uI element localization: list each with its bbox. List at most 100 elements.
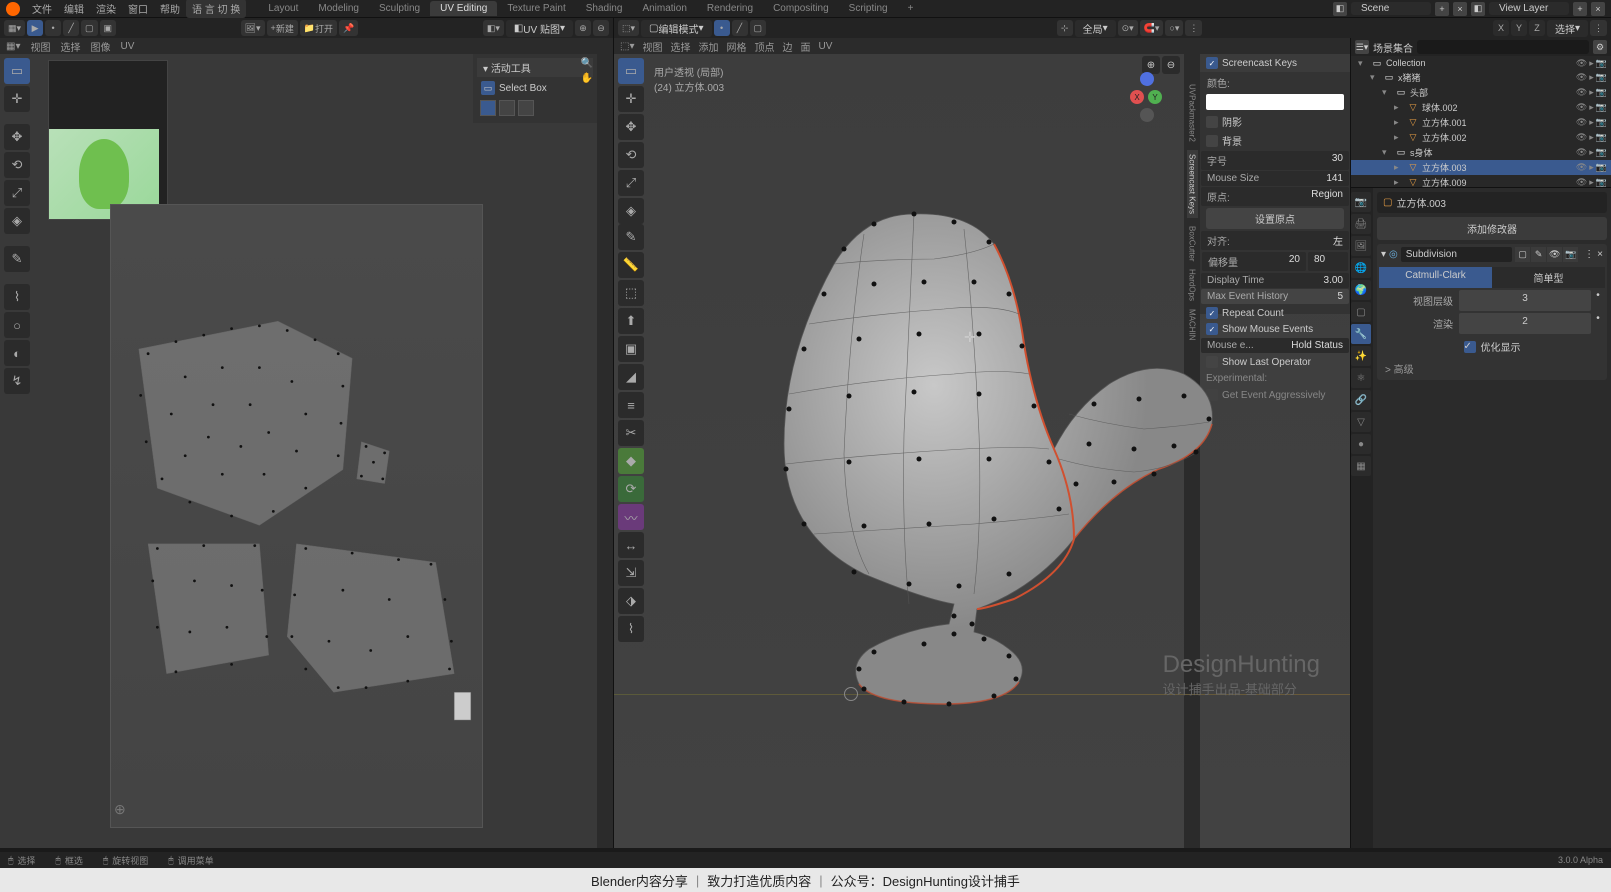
vis-render-icon[interactable]: 📷 (1596, 117, 1607, 128)
tree-expand-icon[interactable]: ▾ (1358, 58, 1368, 69)
add-modifier-button[interactable]: 添加修改器 (1377, 217, 1607, 240)
vis-eye-icon[interactable]: 👁 (1576, 117, 1587, 128)
menu-window[interactable]: 窗口 (122, 1, 154, 16)
ws-tab-scripting[interactable]: Scripting (839, 1, 898, 16)
uv-open-button[interactable]: 📁 打开 (300, 20, 337, 36)
lang-switch-button[interactable]: 语 言 切 换 (186, 0, 246, 18)
gizmo-negz-icon[interactable] (1140, 108, 1154, 122)
ws-tab-sculpting[interactable]: Sculpting (369, 1, 430, 16)
vis-render-icon[interactable]: 📷 (1596, 177, 1607, 188)
vp-menu-uv[interactable]: UV (818, 41, 832, 52)
vp-tool-select-icon[interactable]: ▭ (618, 58, 644, 84)
uv-editor-type-icon[interactable]: ▦▾ (4, 20, 25, 36)
uv-selmode-edge-icon[interactable]: ╱ (63, 20, 79, 36)
vp-editor-type-icon[interactable]: ⬚▾ (618, 20, 639, 36)
vp-tool-cursor-icon[interactable]: ✛ (618, 86, 644, 112)
mod-levels-viewport-field[interactable]: 视图层级 3 • (1379, 290, 1605, 311)
uv-tool-rotate-icon[interactable]: ⟲ (4, 152, 30, 178)
outliner-row[interactable]: ▸▽立方体.002👁▸📷 (1351, 130, 1611, 145)
layer-del-icon[interactable]: × (1591, 2, 1605, 16)
vp-tool-knife-icon[interactable]: ✂ (618, 420, 644, 446)
mod-render-icon[interactable]: 📷 (1563, 247, 1578, 262)
vp-tool-polybuild-icon[interactable]: ◆ (618, 448, 644, 474)
ws-tab-rendering[interactable]: Rendering (697, 1, 763, 16)
outliner-row[interactable]: ▾▭x猪猪👁▸📷 (1351, 70, 1611, 85)
vp-pivot-icon[interactable]: ⊙▾ (1118, 20, 1138, 36)
outliner-row[interactable]: ▾▭头部👁▸📷 (1351, 85, 1611, 100)
uv-editor-icon[interactable]: ▦▾ (6, 41, 20, 52)
vp-menu-add[interactable]: 添加 (698, 39, 718, 54)
mod-type-simple[interactable]: 简单型 (1492, 267, 1605, 288)
vp-tool-addcube-icon[interactable]: ⬚ (618, 280, 644, 306)
ws-tab-compositing[interactable]: Compositing (763, 1, 839, 16)
vp-tool-edgeslide-icon[interactable]: ↔ (618, 532, 644, 558)
scene-new-icon[interactable]: + (1435, 2, 1449, 16)
uv-overlay1-icon[interactable]: ⊕ (575, 20, 591, 36)
menu-render[interactable]: 渲染 (90, 1, 122, 16)
vis-eye-icon[interactable]: 👁 (1576, 147, 1587, 158)
uv-tool-transform-icon[interactable]: ◈ (4, 208, 30, 234)
vis-eye-icon[interactable]: 👁 (1576, 177, 1587, 188)
outliner-type-icon[interactable]: ☰▾ (1355, 40, 1369, 54)
uv-menu-select[interactable]: 选择 (60, 39, 80, 54)
vp-menu-edge[interactable]: 边 (782, 39, 792, 54)
ws-tab-shading[interactable]: Shading (576, 1, 633, 16)
uv-tool-relax-icon[interactable]: ◐ (4, 340, 30, 366)
outliner-filter-icon[interactable]: ⚙ (1593, 40, 1607, 54)
vis-eye-icon[interactable]: 👁 (1576, 87, 1587, 98)
uv-tool-grab-icon[interactable]: ○ (4, 312, 30, 338)
vis-render-icon[interactable]: 📷 (1596, 162, 1607, 173)
mod-levels-render-field[interactable]: 渲染 2 • (1379, 313, 1605, 334)
modifier-name-field[interactable]: Subdivision (1401, 247, 1512, 262)
outliner-tree[interactable]: ▾▭Collection👁▸📷▾▭x猪猪👁▸📷▾▭头部👁▸📷▸▽球体.002👁▸… (1351, 56, 1611, 188)
vis-eye-icon[interactable]: 👁 (1576, 162, 1587, 173)
uv-tool-scale-icon[interactable]: ⤢ (4, 180, 30, 206)
uv-tool-pinch-icon[interactable]: ↯ (4, 368, 30, 394)
tree-expand-icon[interactable]: ▸ (1394, 102, 1404, 113)
uv-selmode-island-icon[interactable]: ▣ (100, 20, 117, 36)
uv-selmode-vert-icon[interactable]: • (45, 20, 61, 36)
mod-oncage-icon[interactable]: ▢ (1515, 247, 1530, 262)
vis-render-icon[interactable]: 📷 (1596, 87, 1607, 98)
modifier-expand-icon[interactable]: ▾ (1381, 249, 1386, 260)
vp-tool-transform-icon[interactable]: ◈ (618, 198, 644, 224)
vp-tool-smooth-icon[interactable]: 〰 (618, 504, 644, 530)
vp-selmode-face-icon[interactable]: ▢ (750, 20, 767, 36)
screencast-color-swatch[interactable] (1206, 94, 1344, 110)
vp-tool-loopcut-icon[interactable]: ≡ (618, 392, 644, 418)
screencast-origin-field[interactable]: 原点:Region (1201, 187, 1349, 206)
vis-select-icon[interactable]: ▸ (1589, 177, 1594, 188)
tree-expand-icon[interactable]: ▸ (1394, 177, 1404, 188)
vp-orient-icon[interactable]: ⊹ (1057, 20, 1073, 36)
ptab-output-icon[interactable]: 🖨 (1351, 214, 1371, 234)
ptab-viewlayer-icon[interactable]: 🖼 (1351, 236, 1371, 256)
uv-selmode-sync-icon[interactable]: ▶ (27, 20, 43, 36)
uv-tool-rip-icon[interactable]: ⌇ (4, 284, 30, 310)
gizmo-z-icon[interactable] (1140, 72, 1154, 86)
vp-tool-rip-icon[interactable]: ⌇ (618, 616, 644, 642)
ptab-physics-icon[interactable]: ⚛ (1351, 368, 1371, 388)
vp-tool-shrink-icon[interactable]: ⇲ (618, 560, 644, 586)
ws-tab-animation[interactable]: Animation (632, 1, 696, 16)
gizmo-y-icon[interactable]: Y (1148, 90, 1162, 104)
vp-menu-view[interactable]: 视图 (642, 39, 662, 54)
menu-edit[interactable]: 编辑 (58, 1, 90, 16)
vp-snap-icon[interactable]: 🧲▾ (1140, 20, 1164, 36)
menu-file[interactable]: 文件 (26, 1, 58, 16)
uv-tool-move-icon[interactable]: ✥ (4, 124, 30, 150)
vp-menu-mesh[interactable]: 网格 (726, 39, 746, 54)
vp-tool-inset-icon[interactable]: ▣ (618, 336, 644, 362)
screencast-font-field[interactable]: 字号30 (1201, 151, 1349, 170)
mod-type-catmull[interactable]: Catmull-Clark (1379, 267, 1492, 288)
vp-tool-move-icon[interactable]: ✥ (618, 114, 644, 140)
screencast-shadow-checkbox[interactable] (1206, 116, 1218, 128)
outliner-row[interactable]: ▸▽球体.002👁▸📷 (1351, 100, 1611, 115)
uv-menu-image[interactable]: 图像 (90, 39, 110, 54)
vis-render-icon[interactable]: 📷 (1596, 147, 1607, 158)
vp-options2-icon[interactable]: ⋮ (1590, 20, 1607, 36)
uv-opt3-icon[interactable] (518, 100, 534, 116)
vis-render-icon[interactable]: 📷 (1596, 58, 1607, 69)
ws-tab-modeling[interactable]: Modeling (308, 1, 369, 16)
outliner-search-input[interactable] (1417, 40, 1589, 54)
mod-extra-icon[interactable]: ⋮ (1584, 249, 1594, 260)
